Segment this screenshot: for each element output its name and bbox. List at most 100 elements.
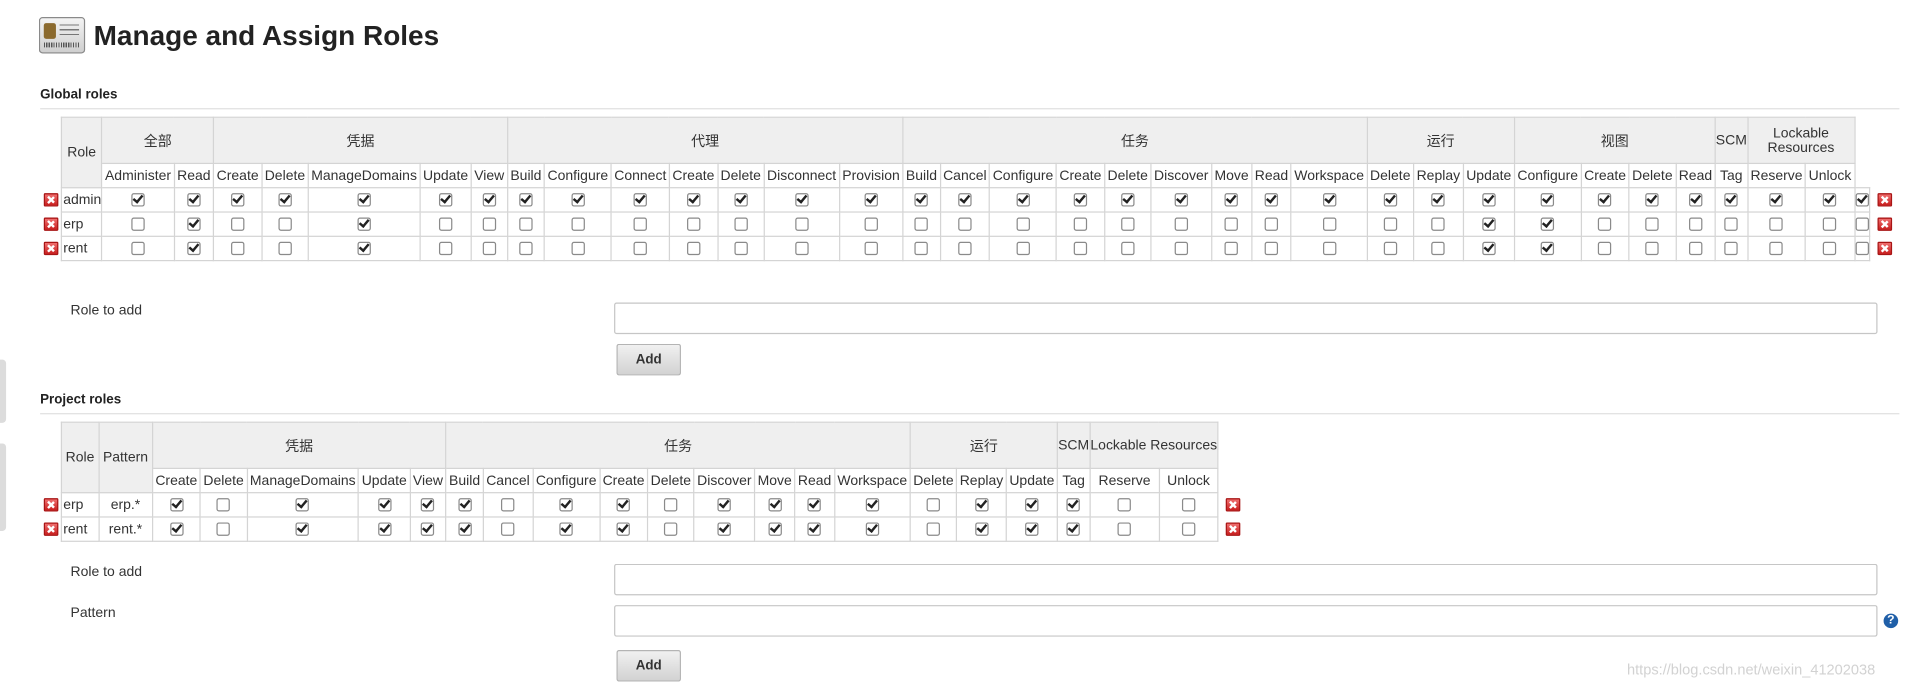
- permission-checkbox[interactable]: [1482, 193, 1496, 207]
- permission-checkbox[interactable]: [1823, 241, 1837, 256]
- delete-icon[interactable]: [43, 193, 59, 207]
- permission-checkbox[interactable]: [768, 498, 782, 512]
- permission-checkbox[interactable]: [1688, 217, 1703, 231]
- permission-checkbox[interactable]: [519, 217, 533, 231]
- permission-checkbox[interactable]: [1598, 217, 1612, 231]
- permission-checkbox[interactable]: [1645, 193, 1660, 207]
- permission-checkbox[interactable]: [1121, 193, 1135, 207]
- permission-checkbox[interactable]: [296, 522, 310, 536]
- permission-checkbox[interactable]: [1823, 193, 1837, 207]
- permission-checkbox[interactable]: [1016, 217, 1030, 231]
- permission-checkbox[interactable]: [865, 498, 879, 512]
- permission-checkbox[interactable]: [616, 498, 631, 512]
- permission-checkbox[interactable]: [421, 522, 435, 536]
- permission-checkbox[interactable]: [1482, 241, 1496, 256]
- permission-checkbox[interactable]: [734, 241, 748, 256]
- permission-checkbox[interactable]: [1174, 193, 1188, 207]
- permission-checkbox[interactable]: [1769, 193, 1784, 207]
- permission-checkbox[interactable]: [664, 498, 678, 512]
- permission-checkbox[interactable]: [571, 241, 585, 256]
- permission-checkbox[interactable]: [1855, 193, 1869, 207]
- delete-icon[interactable]: [1876, 193, 1892, 207]
- permission-checkbox[interactable]: [1823, 217, 1837, 231]
- permission-checkbox[interactable]: [686, 241, 701, 256]
- delete-icon[interactable]: [43, 498, 59, 512]
- permission-checkbox[interactable]: [571, 193, 585, 207]
- permission-checkbox[interactable]: [1322, 217, 1336, 231]
- permission-checkbox[interactable]: [1855, 241, 1869, 256]
- permission-checkbox[interactable]: [482, 193, 496, 207]
- permission-checkbox[interactable]: [768, 522, 782, 536]
- permission-checkbox[interactable]: [1117, 498, 1132, 512]
- permission-checkbox[interactable]: [1066, 522, 1081, 536]
- permission-checkbox[interactable]: [926, 498, 941, 512]
- permission-checkbox[interactable]: [1121, 217, 1135, 231]
- permission-checkbox[interactable]: [1224, 193, 1239, 207]
- permission-checkbox[interactable]: [633, 241, 647, 256]
- permission-checkbox[interactable]: [1016, 193, 1030, 207]
- permission-checkbox[interactable]: [974, 498, 989, 512]
- delete-icon[interactable]: [43, 241, 59, 256]
- permission-checkbox[interactable]: [1855, 217, 1869, 231]
- permission-checkbox[interactable]: [1431, 193, 1446, 207]
- permission-checkbox[interactable]: [357, 193, 371, 207]
- permission-checkbox[interactable]: [230, 217, 245, 231]
- permission-checkbox[interactable]: [1724, 193, 1739, 207]
- permission-checkbox[interactable]: [1073, 217, 1088, 231]
- permission-checkbox[interactable]: [914, 241, 929, 256]
- permission-checkbox[interactable]: [278, 217, 292, 231]
- delete-icon[interactable]: [43, 522, 59, 536]
- permission-checkbox[interactable]: [1117, 522, 1132, 536]
- permission-checkbox[interactable]: [278, 193, 292, 207]
- permission-checkbox[interactable]: [169, 498, 184, 512]
- permission-checkbox[interactable]: [717, 498, 732, 512]
- permission-checkbox[interactable]: [958, 193, 972, 207]
- permission-checkbox[interactable]: [958, 217, 972, 231]
- permission-checkbox[interactable]: [131, 193, 145, 207]
- permission-checkbox[interactable]: [1174, 217, 1188, 231]
- permission-checkbox[interactable]: [438, 193, 453, 207]
- permission-checkbox[interactable]: [1541, 193, 1555, 207]
- permission-checkbox[interactable]: [169, 522, 184, 536]
- permission-checkbox[interactable]: [807, 498, 822, 512]
- permission-checkbox[interactable]: [1645, 217, 1660, 231]
- permission-checkbox[interactable]: [187, 217, 201, 231]
- permission-checkbox[interactable]: [794, 193, 809, 207]
- permission-checkbox[interactable]: [278, 241, 292, 256]
- permission-checkbox[interactable]: [1174, 241, 1188, 256]
- project-pattern-input[interactable]: [614, 605, 1878, 637]
- permission-checkbox[interactable]: [482, 217, 496, 231]
- permission-checkbox[interactable]: [914, 217, 929, 231]
- permission-checkbox[interactable]: [377, 498, 391, 512]
- permission-checkbox[interactable]: [1431, 241, 1446, 256]
- permission-checkbox[interactable]: [1598, 193, 1612, 207]
- permission-checkbox[interactable]: [794, 241, 809, 256]
- permission-checkbox[interactable]: [1264, 241, 1279, 256]
- permission-checkbox[interactable]: [1016, 241, 1030, 256]
- permission-checkbox[interactable]: [1025, 522, 1039, 536]
- permission-checkbox[interactable]: [616, 522, 631, 536]
- permission-checkbox[interactable]: [1688, 241, 1703, 256]
- permission-checkbox[interactable]: [865, 522, 879, 536]
- help-icon[interactable]: ?: [1883, 613, 1899, 629]
- permission-checkbox[interactable]: [438, 217, 453, 231]
- permission-checkbox[interactable]: [559, 498, 573, 512]
- permission-checkbox[interactable]: [1645, 241, 1660, 256]
- permission-checkbox[interactable]: [686, 193, 701, 207]
- permission-checkbox[interactable]: [734, 217, 748, 231]
- permission-checkbox[interactable]: [296, 498, 310, 512]
- global-add-button[interactable]: Add: [616, 343, 681, 376]
- permission-checkbox[interactable]: [230, 193, 245, 207]
- permission-checkbox[interactable]: [664, 522, 678, 536]
- permission-checkbox[interactable]: [187, 241, 201, 256]
- permission-checkbox[interactable]: [501, 498, 515, 512]
- permission-checkbox[interactable]: [807, 522, 822, 536]
- permission-checkbox[interactable]: [1688, 193, 1703, 207]
- permission-checkbox[interactable]: [1769, 217, 1784, 231]
- permission-checkbox[interactable]: [1181, 498, 1196, 512]
- permission-checkbox[interactable]: [1769, 241, 1784, 256]
- delete-icon[interactable]: [1225, 498, 1241, 512]
- permission-checkbox[interactable]: [357, 217, 371, 231]
- permission-checkbox[interactable]: [1224, 217, 1239, 231]
- permission-checkbox[interactable]: [633, 193, 647, 207]
